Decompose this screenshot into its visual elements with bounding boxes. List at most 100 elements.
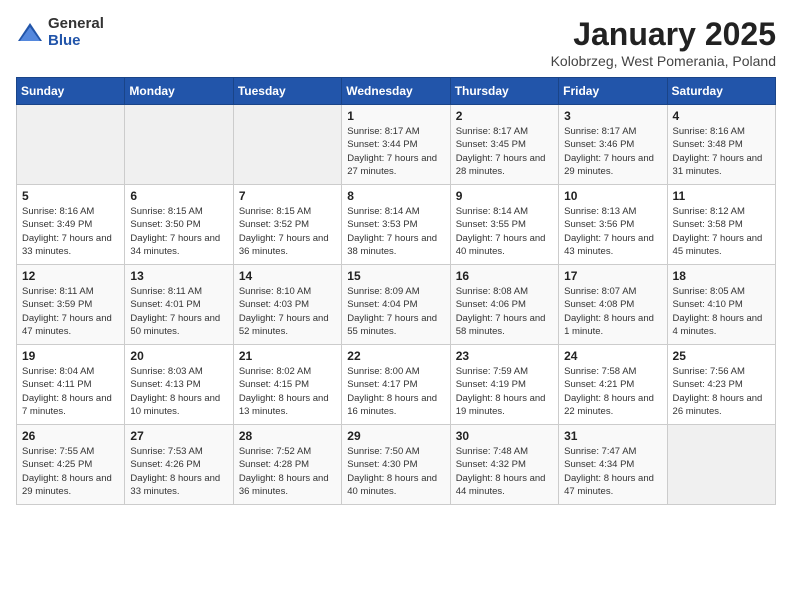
- calendar-cell-0-4: 2 Sunrise: 8:17 AMSunset: 3:45 PMDayligh…: [450, 105, 558, 185]
- logo-blue-text: Blue: [48, 33, 104, 50]
- day-number: 29: [347, 429, 444, 443]
- day-number: 3: [564, 109, 661, 123]
- calendar-cell-0-5: 3 Sunrise: 8:17 AMSunset: 3:46 PMDayligh…: [559, 105, 667, 185]
- day-number: 27: [130, 429, 227, 443]
- calendar-cell-1-1: 6 Sunrise: 8:15 AMSunset: 3:50 PMDayligh…: [125, 185, 233, 265]
- day-number: 20: [130, 349, 227, 363]
- day-detail: Sunrise: 8:12 AMSunset: 3:58 PMDaylight:…: [673, 206, 763, 257]
- day-detail: Sunrise: 8:14 AMSunset: 3:55 PMDaylight:…: [456, 206, 546, 257]
- weekday-header-row: Sunday Monday Tuesday Wednesday Thursday…: [17, 78, 776, 105]
- day-number: 25: [673, 349, 770, 363]
- calendar-cell-3-3: 22 Sunrise: 8:00 AMSunset: 4:17 PMDaylig…: [342, 345, 450, 425]
- day-detail: Sunrise: 7:50 AMSunset: 4:30 PMDaylight:…: [347, 446, 437, 497]
- calendar-cell-2-1: 13 Sunrise: 8:11 AMSunset: 4:01 PMDaylig…: [125, 265, 233, 345]
- day-number: 6: [130, 189, 227, 203]
- calendar-cell-2-6: 18 Sunrise: 8:05 AMSunset: 4:10 PMDaylig…: [667, 265, 775, 345]
- calendar-cell-1-3: 8 Sunrise: 8:14 AMSunset: 3:53 PMDayligh…: [342, 185, 450, 265]
- calendar-title: January 2025: [551, 16, 776, 53]
- title-block: January 2025 Kolobrzeg, West Pomerania, …: [551, 16, 776, 69]
- day-detail: Sunrise: 7:55 AMSunset: 4:25 PMDaylight:…: [22, 446, 112, 497]
- calendar-cell-4-4: 30 Sunrise: 7:48 AMSunset: 4:32 PMDaylig…: [450, 425, 558, 505]
- day-detail: Sunrise: 8:08 AMSunset: 4:06 PMDaylight:…: [456, 286, 546, 337]
- day-number: 24: [564, 349, 661, 363]
- page-header: General Blue January 2025 Kolobrzeg, Wes…: [16, 16, 776, 69]
- calendar-cell-4-1: 27 Sunrise: 7:53 AMSunset: 4:26 PMDaylig…: [125, 425, 233, 505]
- calendar-cell-3-6: 25 Sunrise: 7:56 AMSunset: 4:23 PMDaylig…: [667, 345, 775, 425]
- day-detail: Sunrise: 8:17 AMSunset: 3:46 PMDaylight:…: [564, 126, 654, 177]
- week-row-1: 1 Sunrise: 8:17 AMSunset: 3:44 PMDayligh…: [17, 105, 776, 185]
- day-detail: Sunrise: 8:05 AMSunset: 4:10 PMDaylight:…: [673, 286, 763, 337]
- calendar-cell-4-3: 29 Sunrise: 7:50 AMSunset: 4:30 PMDaylig…: [342, 425, 450, 505]
- day-detail: Sunrise: 8:13 AMSunset: 3:56 PMDaylight:…: [564, 206, 654, 257]
- day-number: 21: [239, 349, 336, 363]
- day-detail: Sunrise: 7:52 AMSunset: 4:28 PMDaylight:…: [239, 446, 329, 497]
- day-detail: Sunrise: 7:59 AMSunset: 4:19 PMDaylight:…: [456, 366, 546, 417]
- day-number: 16: [456, 269, 553, 283]
- day-number: 22: [347, 349, 444, 363]
- day-number: 8: [347, 189, 444, 203]
- calendar-cell-3-5: 24 Sunrise: 7:58 AMSunset: 4:21 PMDaylig…: [559, 345, 667, 425]
- day-detail: Sunrise: 8:10 AMSunset: 4:03 PMDaylight:…: [239, 286, 329, 337]
- calendar-cell-1-0: 5 Sunrise: 8:16 AMSunset: 3:49 PMDayligh…: [17, 185, 125, 265]
- day-detail: Sunrise: 7:48 AMSunset: 4:32 PMDaylight:…: [456, 446, 546, 497]
- day-number: 11: [673, 189, 770, 203]
- day-number: 9: [456, 189, 553, 203]
- calendar-cell-2-2: 14 Sunrise: 8:10 AMSunset: 4:03 PMDaylig…: [233, 265, 341, 345]
- day-detail: Sunrise: 7:58 AMSunset: 4:21 PMDaylight:…: [564, 366, 654, 417]
- header-monday: Monday: [125, 78, 233, 105]
- day-detail: Sunrise: 8:17 AMSunset: 3:44 PMDaylight:…: [347, 126, 437, 177]
- calendar-cell-0-2: [233, 105, 341, 185]
- day-detail: Sunrise: 8:04 AMSunset: 4:11 PMDaylight:…: [22, 366, 112, 417]
- day-detail: Sunrise: 8:03 AMSunset: 4:13 PMDaylight:…: [130, 366, 220, 417]
- day-number: 4: [673, 109, 770, 123]
- calendar-cell-1-4: 9 Sunrise: 8:14 AMSunset: 3:55 PMDayligh…: [450, 185, 558, 265]
- day-number: 10: [564, 189, 661, 203]
- day-detail: Sunrise: 8:17 AMSunset: 3:45 PMDaylight:…: [456, 126, 546, 177]
- day-number: 14: [239, 269, 336, 283]
- day-number: 13: [130, 269, 227, 283]
- day-detail: Sunrise: 8:14 AMSunset: 3:53 PMDaylight:…: [347, 206, 437, 257]
- calendar-cell-2-5: 17 Sunrise: 8:07 AMSunset: 4:08 PMDaylig…: [559, 265, 667, 345]
- calendar-cell-1-5: 10 Sunrise: 8:13 AMSunset: 3:56 PMDaylig…: [559, 185, 667, 265]
- day-number: 7: [239, 189, 336, 203]
- day-number: 2: [456, 109, 553, 123]
- day-detail: Sunrise: 7:47 AMSunset: 4:34 PMDaylight:…: [564, 446, 654, 497]
- calendar-table: Sunday Monday Tuesday Wednesday Thursday…: [16, 77, 776, 505]
- day-detail: Sunrise: 8:09 AMSunset: 4:04 PMDaylight:…: [347, 286, 437, 337]
- day-number: 18: [673, 269, 770, 283]
- calendar-cell-3-0: 19 Sunrise: 8:04 AMSunset: 4:11 PMDaylig…: [17, 345, 125, 425]
- week-row-5: 26 Sunrise: 7:55 AMSunset: 4:25 PMDaylig…: [17, 425, 776, 505]
- calendar-cell-1-2: 7 Sunrise: 8:15 AMSunset: 3:52 PMDayligh…: [233, 185, 341, 265]
- logo: General Blue: [16, 16, 104, 49]
- calendar-cell-2-0: 12 Sunrise: 8:11 AMSunset: 3:59 PMDaylig…: [17, 265, 125, 345]
- header-wednesday: Wednesday: [342, 78, 450, 105]
- day-number: 28: [239, 429, 336, 443]
- logo-text: General Blue: [48, 16, 104, 49]
- day-number: 12: [22, 269, 119, 283]
- day-detail: Sunrise: 8:11 AMSunset: 3:59 PMDaylight:…: [22, 286, 112, 337]
- week-row-3: 12 Sunrise: 8:11 AMSunset: 3:59 PMDaylig…: [17, 265, 776, 345]
- calendar-cell-1-6: 11 Sunrise: 8:12 AMSunset: 3:58 PMDaylig…: [667, 185, 775, 265]
- calendar-cell-4-6: [667, 425, 775, 505]
- logo-general-text: General: [48, 16, 104, 33]
- header-thursday: Thursday: [450, 78, 558, 105]
- day-number: 1: [347, 109, 444, 123]
- day-number: 26: [22, 429, 119, 443]
- day-number: 17: [564, 269, 661, 283]
- day-detail: Sunrise: 8:11 AMSunset: 4:01 PMDaylight:…: [130, 286, 220, 337]
- calendar-cell-0-6: 4 Sunrise: 8:16 AMSunset: 3:48 PMDayligh…: [667, 105, 775, 185]
- day-detail: Sunrise: 8:15 AMSunset: 3:52 PMDaylight:…: [239, 206, 329, 257]
- day-detail: Sunrise: 8:02 AMSunset: 4:15 PMDaylight:…: [239, 366, 329, 417]
- logo-icon: [16, 19, 44, 47]
- day-detail: Sunrise: 8:07 AMSunset: 4:08 PMDaylight:…: [564, 286, 654, 337]
- day-detail: Sunrise: 7:53 AMSunset: 4:26 PMDaylight:…: [130, 446, 220, 497]
- day-number: 15: [347, 269, 444, 283]
- calendar-cell-4-0: 26 Sunrise: 7:55 AMSunset: 4:25 PMDaylig…: [17, 425, 125, 505]
- calendar-cell-0-0: [17, 105, 125, 185]
- day-number: 31: [564, 429, 661, 443]
- header-tuesday: Tuesday: [233, 78, 341, 105]
- week-row-4: 19 Sunrise: 8:04 AMSunset: 4:11 PMDaylig…: [17, 345, 776, 425]
- day-detail: Sunrise: 7:56 AMSunset: 4:23 PMDaylight:…: [673, 366, 763, 417]
- day-number: 30: [456, 429, 553, 443]
- calendar-cell-4-5: 31 Sunrise: 7:47 AMSunset: 4:34 PMDaylig…: [559, 425, 667, 505]
